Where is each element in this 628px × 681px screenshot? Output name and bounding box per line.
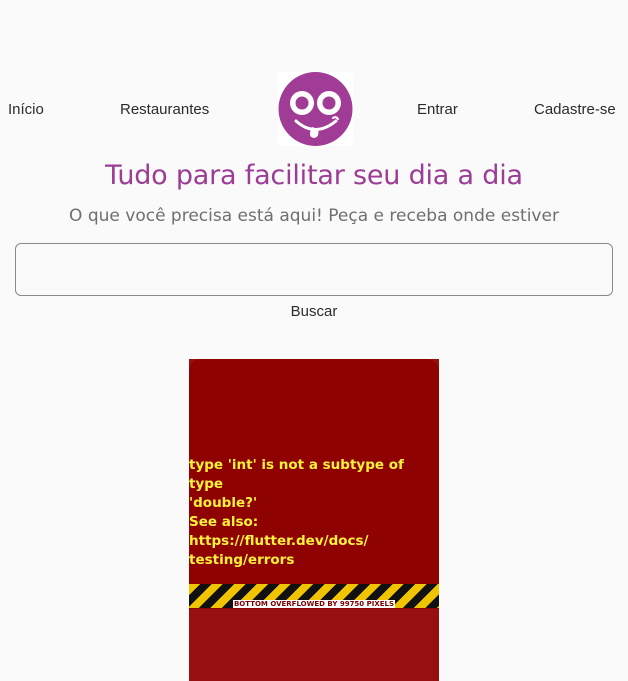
error-line: testing/errors	[189, 552, 295, 568]
smiley-logo-icon[interactable]	[278, 72, 353, 146]
search-button[interactable]: Buscar	[0, 303, 628, 320]
error-message: type 'int' is not a subtype of type 'dou…	[189, 456, 439, 570]
nav-link-cadastre-se[interactable]: Cadastre-se	[534, 101, 616, 118]
error-line: See also: https://flutter.dev/docs/	[189, 514, 369, 549]
nav-link-restaurantes[interactable]: Restaurantes	[120, 101, 209, 118]
error-line: type 'int' is not a subtype of type	[189, 457, 404, 492]
overflow-warning-label: BOTTOM OVERFLOWED BY 99750 PIXELS	[232, 600, 396, 608]
flutter-error-panel: type 'int' is not a subtype of type 'dou…	[189, 359, 439, 681]
error-line: 'double?'	[189, 495, 258, 511]
hero-title: Tudo para facilitar seu dia a dia	[105, 160, 523, 191]
nav-link-entrar[interactable]: Entrar	[417, 101, 458, 118]
hero-subtitle: O que você precisa está aqui! Peça e rec…	[69, 206, 559, 226]
search-input[interactable]	[15, 243, 613, 296]
nav-link-inicio[interactable]: Início	[8, 101, 44, 118]
page: Início Restaurantes Entrar Cadastre-se T…	[0, 0, 628, 681]
